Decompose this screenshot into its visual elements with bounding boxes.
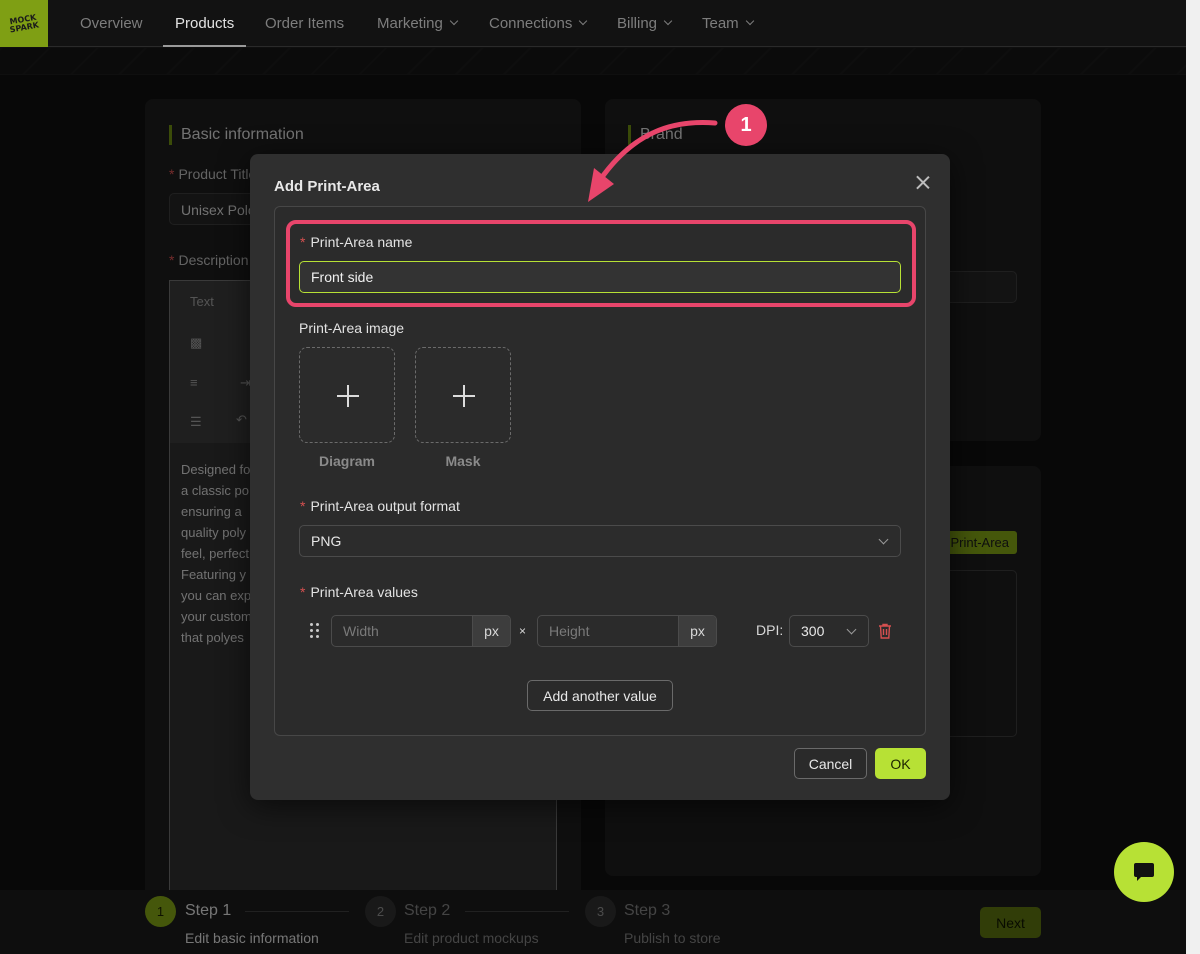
plus-icon — [337, 385, 359, 407]
chat-bubble-icon — [1134, 863, 1154, 881]
times-sign: × — [519, 624, 527, 638]
print-area-values-label-text: Print-Area values — [310, 584, 418, 600]
print-area-name-input[interactable] — [299, 261, 901, 293]
plus-icon — [453, 385, 475, 407]
print-area-name-label: * Print-Area name — [300, 234, 413, 250]
add-another-value-button[interactable]: Add another value — [527, 680, 673, 711]
annotation-arrow-icon — [588, 120, 718, 202]
width-field: px — [331, 615, 511, 647]
chevron-down-icon — [579, 16, 588, 26]
top-navigation: MOCK SPARK Overview Products Order Items… — [0, 0, 1186, 47]
dpi-value: 300 — [801, 623, 825, 639]
chevron-down-icon — [663, 16, 673, 26]
cancel-button[interactable]: Cancel — [794, 748, 867, 779]
print-area-values-label: * Print-Area values — [300, 584, 418, 600]
drag-handle-icon[interactable] — [310, 623, 320, 639]
width-unit: px — [472, 616, 510, 646]
height-field: px — [537, 615, 717, 647]
width-input[interactable] — [332, 616, 474, 646]
ok-button[interactable]: OK — [875, 748, 926, 779]
nav-overview[interactable]: Overview — [80, 0, 143, 47]
mask-upload[interactable] — [415, 347, 511, 443]
nav-marketing-label: Marketing — [377, 15, 443, 32]
nav-order-items[interactable]: Order Items — [265, 0, 344, 47]
nav-billing[interactable]: Billing — [617, 0, 673, 47]
output-format-select[interactable]: PNG — [299, 525, 901, 557]
output-format-label: * Print-Area output format — [300, 498, 460, 514]
nav-team-label: Team — [702, 15, 739, 32]
nav-connections[interactable]: Connections — [489, 0, 588, 47]
logo-text: MOCK SPARK — [9, 12, 40, 34]
nav-products[interactable]: Products — [163, 0, 246, 47]
trash-icon[interactable] — [878, 623, 892, 639]
dpi-label: DPI: — [756, 622, 784, 638]
nav-billing-label: Billing — [617, 15, 658, 32]
annotation-step-badge: 1 — [725, 104, 767, 146]
print-area-name-label-text: Print-Area name — [310, 234, 413, 250]
diagram-upload[interactable] — [299, 347, 395, 443]
output-format-label-text: Print-Area output format — [310, 498, 460, 514]
height-input[interactable] — [538, 616, 680, 646]
nav-marketing[interactable]: Marketing — [377, 0, 459, 47]
chevron-down-icon — [846, 624, 857, 635]
chat-launcher-button[interactable] — [1114, 842, 1174, 902]
chevron-down-icon — [745, 16, 754, 26]
brand-logo[interactable]: MOCK SPARK — [0, 0, 48, 47]
diagram-caption: Diagram — [318, 453, 376, 469]
nav-team[interactable]: Team — [702, 0, 754, 47]
output-format-value: PNG — [311, 533, 342, 549]
chevron-down-icon — [449, 16, 459, 26]
dpi-select[interactable]: 300 — [789, 615, 869, 647]
page-scrollbar[interactable] — [1186, 0, 1200, 954]
close-icon[interactable] — [912, 172, 934, 194]
chevron-down-icon — [878, 534, 889, 545]
mask-caption: Mask — [445, 453, 481, 469]
height-unit: px — [678, 616, 716, 646]
nav-connections-label: Connections — [489, 15, 573, 32]
dialog-title: Add Print-Area — [274, 178, 380, 195]
print-area-image-label: Print-Area image — [299, 320, 405, 336]
